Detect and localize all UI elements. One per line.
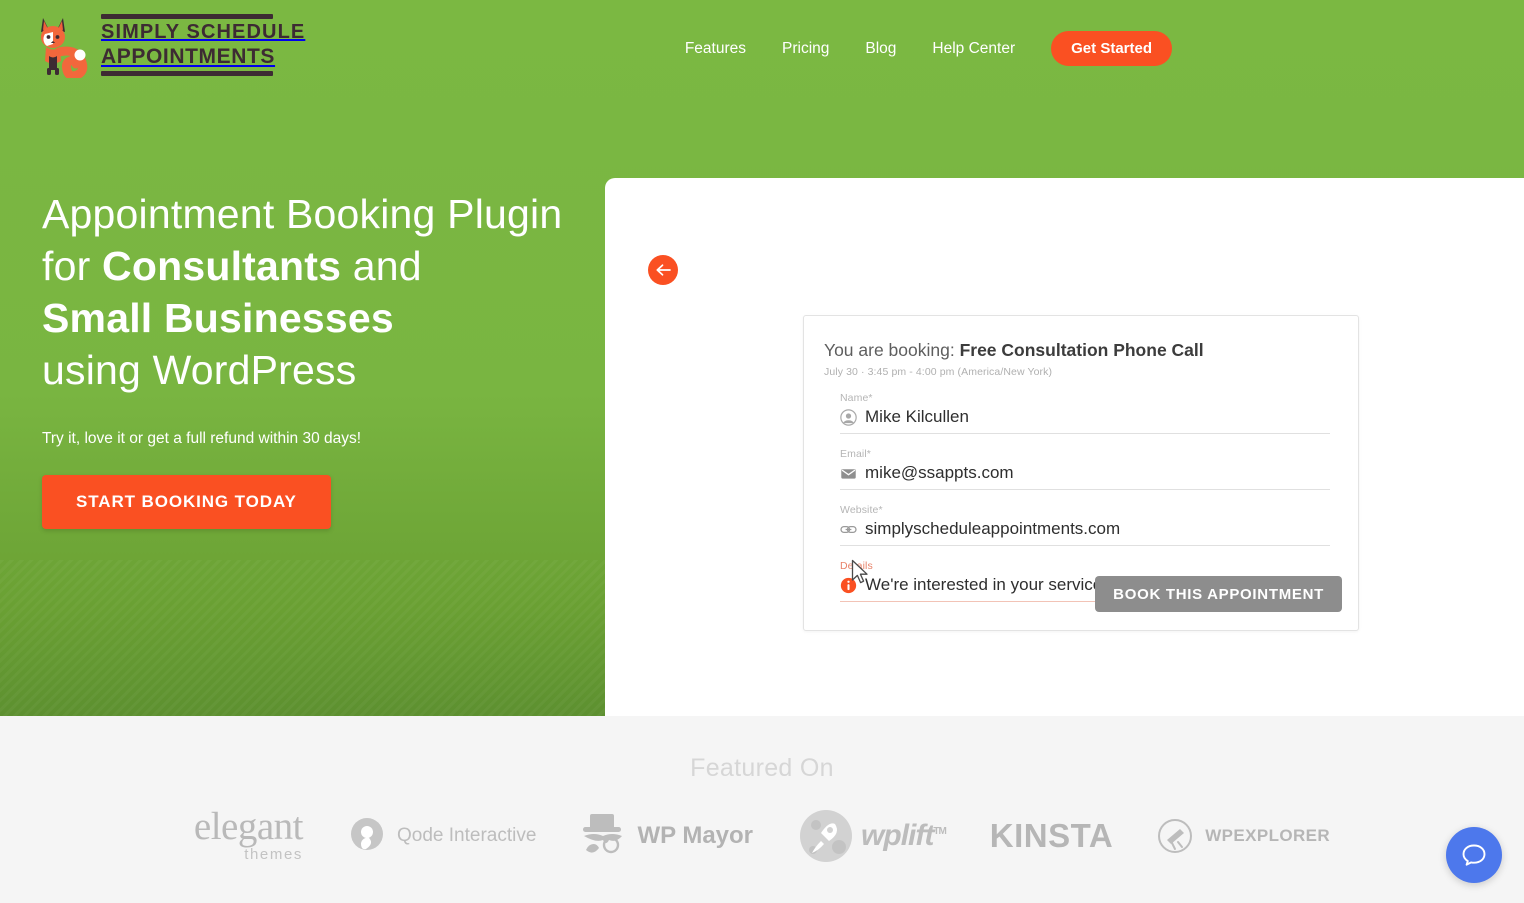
- headline-line-1: Appointment Booking Plugin: [42, 191, 563, 237]
- qode-mark-icon: [351, 818, 384, 850]
- field-email-underline: [840, 489, 1330, 490]
- logo-line-2: APPOINTMENTS: [101, 44, 276, 68]
- field-email-label: Email*: [840, 448, 871, 460]
- fox-logo-icon: [40, 18, 88, 78]
- hero-subcopy: Try it, love it or get a full refund wit…: [42, 430, 362, 447]
- start-booking-today-button[interactable]: START BOOKING TODAY: [42, 475, 331, 530]
- wplift-tm: TM: [933, 826, 946, 837]
- field-name-row: Mike Kilcullen: [840, 405, 1330, 429]
- logo-wpexplorer[interactable]: WPEXPLORER: [1157, 805, 1330, 867]
- nav-item-help-center[interactable]: Help Center: [914, 32, 1033, 66]
- nav-item-blog[interactable]: Blog: [847, 32, 914, 66]
- book-this-appointment-button[interactable]: BOOK THIS APPOINTMENT: [1095, 576, 1342, 612]
- featured-on-section: Featured On elegant themes Qode Interact…: [0, 716, 1524, 903]
- logo-wordmark: SIMPLY SCHEDULE APPOINTMENTS: [101, 13, 306, 77]
- logo-rule-top: [101, 13, 273, 19]
- featured-on-title: Featured On: [690, 754, 834, 782]
- wp-mayor-mark-icon: [583, 814, 623, 854]
- chat-widget-button[interactable]: [1446, 827, 1502, 883]
- booking-form-card: You are booking: Free Consultation Phone…: [803, 315, 1359, 631]
- nav-item-features[interactable]: Features: [667, 32, 764, 66]
- logo-elegant-themes[interactable]: elegant themes: [193, 804, 304, 867]
- landing-page: SIMPLY SCHEDULE APPOINTMENTS Features Pr…: [0, 0, 1524, 903]
- link-icon: [840, 525, 857, 533]
- wplift-rocket-icon: [800, 810, 853, 862]
- field-name-label: Name*: [840, 392, 873, 404]
- qode-interactive-label: Qode Interactive: [397, 825, 537, 846]
- top-navigation-bar: SIMPLY SCHEDULE APPOINTMENTS Features Pr…: [0, 0, 1524, 98]
- get-started-button[interactable]: Get Started: [1051, 31, 1172, 66]
- person-avatar-icon: [840, 408, 857, 426]
- field-details-value: We're interested in your services!: [865, 575, 1116, 594]
- hero-copy: Appointment Booking Plugin for Consultan…: [42, 188, 602, 530]
- logo-line-1: SIMPLY SCHEDULE: [101, 20, 306, 43]
- logo-qode-interactive[interactable]: Qode Interactive: [347, 805, 536, 867]
- field-website-row: simplyscheduleappointments.com: [840, 517, 1330, 541]
- logo-wp-mayor[interactable]: WP Mayor: [580, 805, 753, 867]
- headline-line-2-pre: for: [42, 243, 103, 289]
- elegant-themes-word-2: themes: [244, 846, 304, 864]
- field-website[interactable]: Website* simplyscheduleappointments.com: [824, 504, 1330, 546]
- kinsta-label: KINSTA: [989, 817, 1114, 854]
- booking-demo-panel: You are booking: Free Consultation Phone…: [605, 178, 1524, 716]
- headline-line-2-post: and: [341, 243, 422, 289]
- field-name-value: Mike Kilcullen: [865, 407, 969, 426]
- field-email[interactable]: Email* mike@ssappts.com: [824, 448, 1330, 490]
- booking-card-actions: BOOK THIS APPOINTMENT: [1095, 576, 1342, 612]
- arrow-left-icon: [656, 264, 671, 276]
- wplift-label: wpliftTM: [861, 819, 947, 852]
- headline-small-businesses: Small Businesses: [42, 295, 394, 341]
- wpexplorer-telescope-icon: [1158, 819, 1193, 853]
- envelope-icon: [841, 468, 856, 479]
- booking-title: You are booking: Free Consultation Phone…: [824, 340, 1330, 361]
- wpexplorer-label: WPEXPLORER: [1205, 826, 1331, 845]
- field-email-row: mike@ssappts.com: [840, 461, 1330, 485]
- field-name-underline: [840, 433, 1330, 434]
- featured-logo-row: elegant themes Qode Interactive WP Mayor…: [0, 805, 1524, 867]
- elegant-themes-word-1: elegant: [193, 804, 304, 848]
- wp-mayor-label: WP Mayor: [637, 822, 754, 849]
- logo-rule-bottom: [101, 71, 273, 77]
- site-logo[interactable]: SIMPLY SCHEDULE APPOINTMENTS: [33, 12, 305, 78]
- field-website-label: Website*: [840, 504, 883, 516]
- field-details-label: Details: [840, 560, 873, 572]
- field-website-value: simplyscheduleappointments.com: [865, 519, 1121, 538]
- headline-consultants: Consultants: [102, 243, 342, 289]
- main-nav: Features Pricing Blog Help Center Get St…: [667, 31, 1172, 66]
- nav-item-pricing[interactable]: Pricing: [764, 32, 847, 66]
- booking-date-time: July 30 · 3:45 pm - 4:00 pm (America/New…: [824, 366, 1053, 378]
- back-button[interactable]: [648, 255, 678, 285]
- field-website-underline: [840, 545, 1330, 546]
- logo-wplift[interactable]: wpliftTM: [797, 805, 947, 867]
- booking-service-name: Free Consultation Phone Call: [959, 340, 1204, 360]
- chat-bubble-icon: [1462, 844, 1486, 866]
- headline-line-4: using WordPress: [42, 347, 357, 393]
- field-email-value: mike@ssappts.com: [865, 463, 1014, 482]
- booking-form-body: You are booking: Free Consultation Phone…: [804, 316, 1358, 602]
- logo-kinsta[interactable]: KINSTA: [990, 805, 1113, 867]
- booking-title-prefix: You are booking:: [824, 340, 960, 360]
- hero-headline: Appointment Booking Plugin for Consultan…: [42, 188, 602, 396]
- info-circle-icon: [840, 577, 857, 593]
- field-name[interactable]: Name* Mike Kilcullen: [824, 392, 1330, 434]
